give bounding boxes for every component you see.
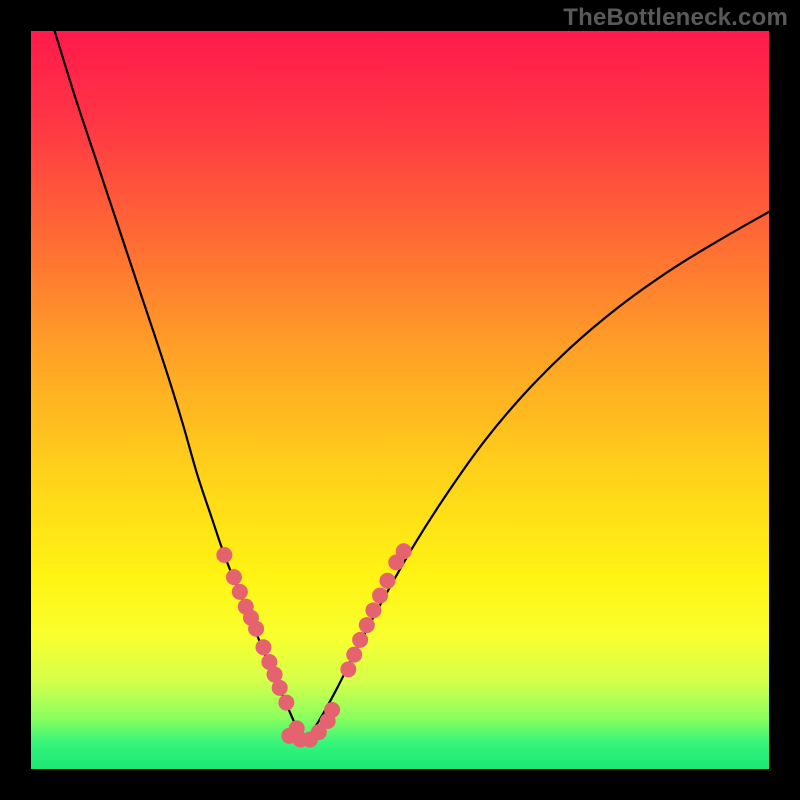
marker-dot <box>340 661 356 677</box>
marker-dot <box>346 647 362 663</box>
marker-dot <box>272 680 288 696</box>
watermark-text: TheBottleneck.com <box>563 4 788 32</box>
curve-right-arm <box>304 212 769 743</box>
marker-dot <box>352 632 368 648</box>
marker-dot <box>359 617 375 633</box>
marker-dot <box>365 602 381 618</box>
marker-dot <box>232 584 248 600</box>
marker-dot <box>255 639 271 655</box>
plot-area <box>31 31 769 769</box>
chart-overlay <box>31 31 769 769</box>
marker-dot <box>278 695 294 711</box>
marker-dot <box>216 547 232 563</box>
marker-dot <box>226 569 242 585</box>
marker-dot <box>396 543 412 559</box>
marker-dot <box>372 588 388 604</box>
marker-dot <box>248 621 264 637</box>
curve-left-arm <box>55 31 304 743</box>
curve-group <box>55 31 769 743</box>
marker-dots <box>216 543 411 747</box>
marker-dot <box>324 702 340 718</box>
stage: TheBottleneck.com <box>0 0 800 800</box>
marker-dot <box>379 573 395 589</box>
